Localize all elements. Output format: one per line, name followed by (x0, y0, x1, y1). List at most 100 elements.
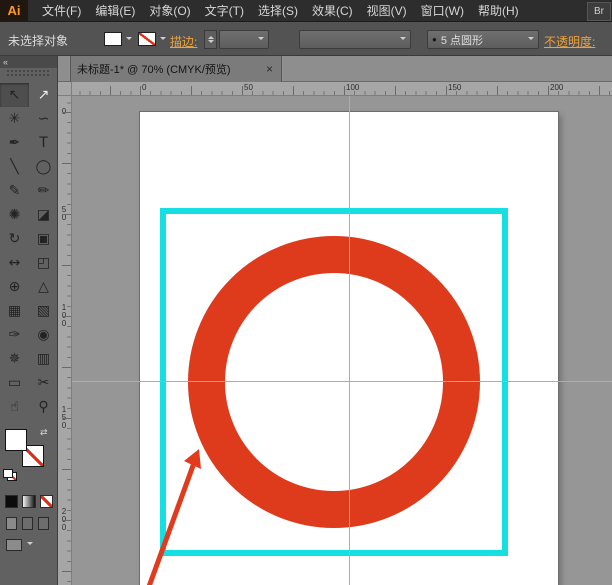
tab-strip: 未标题-1* @ 70% (CMYK/预览) × (58, 56, 612, 82)
hand-tool[interactable]: ☝ (0, 395, 29, 419)
panel-collapse-button[interactable]: « (0, 56, 57, 68)
menu-item-E[interactable]: 编辑(E) (95, 2, 135, 19)
close-icon[interactable]: × (264, 62, 275, 76)
brush-definition-value: 5 点圆形 (440, 34, 484, 47)
none-button[interactable] (39, 495, 53, 508)
horizontal-ruler[interactable]: 0 50 100 150 200 (72, 82, 612, 96)
scale-tool[interactable]: ▣ (29, 227, 58, 251)
line-tool[interactable]: ╲ (0, 155, 29, 179)
chevron-down-icon (400, 36, 406, 43)
vruler-label: 0 (61, 107, 67, 116)
vertical-ruler[interactable]: 0 5 0 1 0 0 1 5 0 2 0 0 (58, 96, 72, 585)
eraser-tool[interactable]: ◪ (29, 203, 58, 227)
menu-item-C[interactable]: 效果(C) (312, 2, 353, 19)
hruler-label: 50 (244, 83, 253, 92)
chevron-down-icon[interactable] (27, 542, 33, 548)
shape-builder-tool[interactable]: ⊕ (0, 275, 29, 299)
menu-item-V[interactable]: 视图(V) (367, 2, 407, 19)
selection-tool[interactable]: ↖ (0, 83, 29, 107)
brush-preview-dot: ● (432, 35, 437, 44)
gradient-tool[interactable]: ▧ (29, 299, 58, 323)
chevron-down-icon[interactable] (160, 37, 166, 43)
brush-definition-dropdown[interactable]: ● 5 点圆形 (427, 30, 539, 49)
menu-item-T[interactable]: 文字(T) (205, 2, 244, 19)
eyedropper-tool[interactable]: ✑ (0, 323, 29, 347)
rotate-tool[interactable]: ↻ (0, 227, 29, 251)
width-tool[interactable]: ↔ (0, 251, 29, 275)
pen-tool[interactable]: ✒ (0, 131, 29, 155)
perspective-grid-tool[interactable]: △ (29, 275, 58, 299)
selection-status: 未选择对象 (8, 34, 69, 48)
artboard-tool[interactable]: ▭ (0, 371, 29, 395)
vruler-label: 2 0 0 (61, 507, 67, 532)
document-tab-title: 未标题-1* @ 70% (CMYK/预览) (77, 64, 231, 76)
zoom-tool[interactable]: ⚲ (29, 395, 58, 419)
stepper-up-icon[interactable] (207, 33, 214, 39)
illustrator-window: Ai 文件(F) 编辑(E) 对象(O) 文字(T) 选择(S) 效果(C) 视图(V) 窗口… (0, 0, 612, 585)
vruler-label: 1 0 0 (61, 303, 67, 328)
paintbrush-tool[interactable]: ✎ (0, 179, 29, 203)
blob-brush-tool[interactable]: ✺ (0, 203, 29, 227)
symbol-sprayer-tool[interactable]: ✵ (0, 347, 29, 371)
tool-panel: « ↖ ↗ ✳ ∽ ✒ T ╲ ◯ ✎ ✏ ✺ ◪ ↻ ▣ ↔ ◰ ⊕ △ ▦ ▧ ✑ ◉ ✵ ▥ ▭ ✂ ☝ ⚲ ⇄ (0, 56, 58, 585)
screen-mode-control (0, 530, 57, 551)
document-tab[interactable]: 未标题-1* @ 70% (CMYK/预览) × (70, 56, 282, 82)
mesh-tool[interactable]: ▦ (0, 299, 29, 323)
hruler-label: 0 (142, 83, 147, 92)
menu-item-W[interactable]: 窗口(W) (421, 2, 464, 19)
fill-color-well[interactable] (5, 429, 27, 451)
vruler-label: 1 5 0 (61, 405, 67, 430)
stroke-weight-dropdown[interactable] (219, 30, 269, 49)
bridge-button[interactable]: Br (587, 2, 611, 21)
draw-normal-button[interactable] (6, 517, 17, 530)
canvas-viewport[interactable] (72, 96, 612, 585)
type-tool[interactable]: T (29, 131, 58, 155)
menu-items: 文件(F) 编辑(E) 对象(O) 文字(T) 选择(S) 效果(C) 视图(V) 窗口(W)… (42, 2, 519, 19)
color-button[interactable] (5, 495, 19, 508)
width-profile-dropdown[interactable] (299, 30, 411, 49)
hruler-label: 150 (448, 83, 462, 92)
control-bar: 未选择对象 描边: ● 5 点圆形 不透明度: (0, 22, 612, 56)
annotation-arrow (146, 449, 201, 585)
slice-tool[interactable]: ✂ (29, 371, 58, 395)
chevron-down-icon (528, 36, 534, 43)
chevron-down-icon (258, 36, 264, 43)
fill-stroke-control: ⇄ (0, 427, 57, 485)
paint-style-buttons (0, 485, 57, 508)
hruler-label: 100 (346, 83, 360, 92)
panel-grip[interactable] (6, 69, 51, 77)
default-fill-mini (3, 469, 13, 478)
free-transform-tool[interactable]: ◰ (29, 251, 58, 275)
menu-item-F[interactable]: 文件(F) (42, 2, 81, 19)
pencil-tool[interactable]: ✏ (29, 179, 58, 203)
tools-grid: ↖ ↗ ✳ ∽ ✒ T ╲ ◯ ✎ ✏ ✺ ◪ ↻ ▣ ↔ ◰ ⊕ △ ▦ ▧ ✑ ◉ ✵ ▥ ▭ ✂ ☝ ⚲ (0, 83, 57, 419)
menu-item-S[interactable]: 选择(S) (258, 2, 298, 19)
draw-inside-button[interactable] (38, 517, 49, 530)
direct-selection-tool[interactable]: ↗ (29, 83, 58, 107)
stroke-weight-stepper[interactable] (204, 30, 217, 49)
menu-item-H[interactable]: 帮助(H) (478, 2, 519, 19)
app-logo: Ai (0, 0, 28, 21)
opacity-panel-link[interactable]: 不透明度: (544, 33, 595, 50)
gradient-button[interactable] (22, 495, 36, 508)
hruler-label: 200 (550, 83, 564, 92)
stroke-swatch[interactable] (138, 32, 156, 46)
ruler-corner[interactable] (58, 82, 72, 96)
screen-mode-icon[interactable] (6, 539, 22, 551)
blend-tool[interactable]: ◉ (29, 323, 58, 347)
drawing-mode-buttons (0, 508, 57, 530)
stepper-down-icon[interactable] (207, 40, 214, 46)
stroke-panel-link[interactable]: 描边: (170, 33, 197, 50)
vruler-label: 5 0 (61, 205, 67, 222)
column-graph-tool[interactable]: ▥ (29, 347, 58, 371)
chevron-down-icon[interactable] (126, 37, 132, 43)
magic-wand-tool[interactable]: ✳ (0, 107, 29, 131)
ellipse-tool[interactable]: ◯ (29, 155, 58, 179)
lasso-tool[interactable]: ∽ (29, 107, 58, 131)
draw-behind-button[interactable] (22, 517, 33, 530)
menu-item-O[interactable]: 对象(O) (149, 2, 190, 19)
default-fill-stroke-icon[interactable] (3, 469, 17, 481)
swap-fill-stroke-icon[interactable]: ⇄ (40, 427, 48, 438)
menu-bar: Ai 文件(F) 编辑(E) 对象(O) 文字(T) 选择(S) 效果(C) 视图(V) 窗口… (0, 0, 612, 22)
fill-swatch[interactable] (104, 32, 122, 46)
